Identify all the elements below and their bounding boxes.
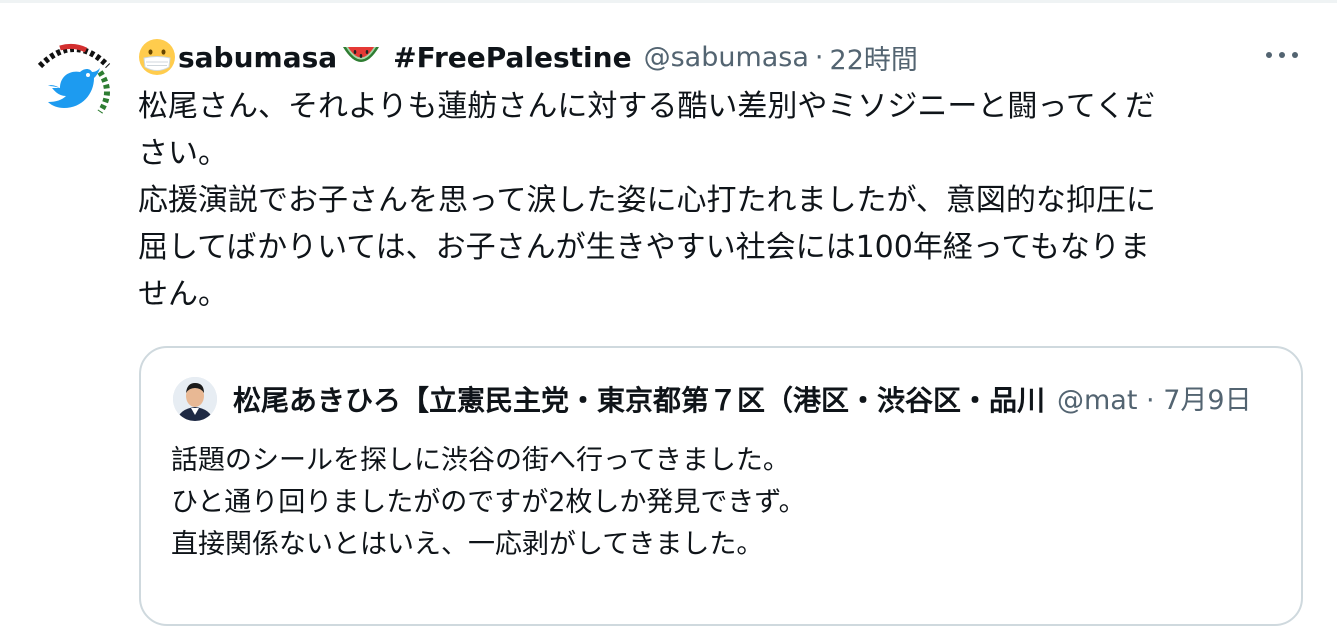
quoted-meta: @mat · 7月9日	[1057, 379, 1252, 423]
more-options-icon[interactable]	[1262, 40, 1302, 70]
author-display-name[interactable]: sabumasa	[178, 41, 337, 74]
tweet-text: 松尾さん、それよりも蓮舫さんに対する酷い差別やミソジニーと闘ってくだ さい。 応…	[138, 89, 1156, 312]
header-separator: ·	[814, 41, 824, 73]
top-divider	[0, 0, 1337, 3]
watermelon-icon	[343, 47, 380, 62]
author-avatar[interactable]	[30, 36, 118, 124]
quoted-tweet-text: 話題のシールを探しに渋谷の街へ行ってきました。 ひと通り回りましたがのですが2枚…	[171, 445, 806, 560]
author-handle[interactable]: @sabumasa	[644, 42, 809, 73]
quoted-tweet[interactable]: 松尾あきひろ【立憲民主党・東京都第７区（港区・渋谷区・品川区・目黒区・中野区 @…	[139, 346, 1303, 626]
face-with-mask-icon	[139, 39, 175, 75]
quoted-separator: ·	[1146, 385, 1155, 416]
quoted-timestamp[interactable]: 7月9日	[1163, 385, 1251, 416]
author-name-hashtag[interactable]: #FreePalestine	[393, 41, 631, 74]
ceasefire-bird-icon	[30, 36, 118, 124]
person-photo-icon	[173, 377, 217, 421]
tweet-header: sabumasa #FreePalestine @sabumasa · 22時間	[138, 34, 918, 80]
ellipsis-icon	[1266, 52, 1298, 58]
quoted-author-name[interactable]: 松尾あきひろ【立憲民主党・東京都第７区（港区・渋谷区・品川区・目黒区・中野区	[233, 379, 1043, 423]
quoted-author-avatar[interactable]	[173, 377, 217, 421]
tweet-timestamp[interactable]: 22時間	[830, 38, 918, 77]
quoted-handle[interactable]: @mat	[1057, 385, 1137, 416]
